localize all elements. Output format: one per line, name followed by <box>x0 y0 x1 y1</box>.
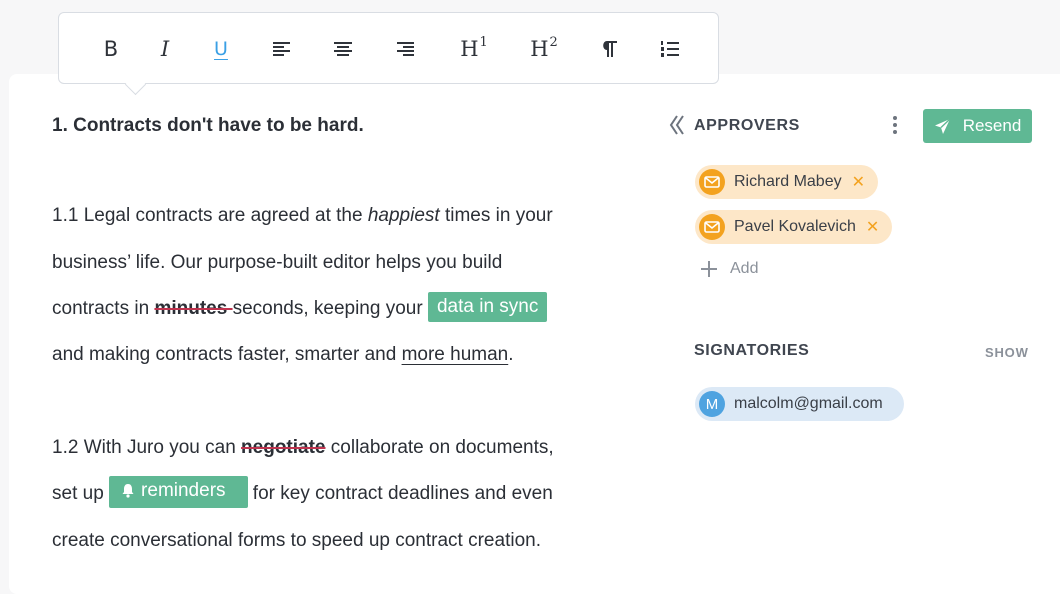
text-span: set up <box>52 483 110 504</box>
numbered-list-icon <box>661 41 679 57</box>
paragraph-2-line-3: create conversational forms to speed up … <box>52 530 541 551</box>
italic-icon: I <box>160 37 170 61</box>
align-left-icon <box>273 42 290 56</box>
approver-name: Pavel Kovalevich <box>734 218 856 235</box>
numbered-list-button[interactable] <box>659 31 681 67</box>
underlined-text: more human <box>401 344 509 365</box>
text-span: times in your <box>439 205 553 226</box>
deleted-text: minutes <box>154 298 233 319</box>
mail-icon <box>699 169 725 195</box>
add-approver-button[interactable]: Add <box>700 260 758 278</box>
align-center-button[interactable] <box>332 31 354 67</box>
align-right-button[interactable] <box>394 31 416 67</box>
plus-icon <box>701 261 717 277</box>
heading-2-letter: H <box>530 37 549 61</box>
add-label: Add <box>730 260 759 277</box>
paragraph-2-line-2: set up reminders for key contract deadli… <box>52 471 553 518</box>
show-signatories-button[interactable]: SHOW <box>985 345 1029 360</box>
signatory-pill[interactable]: M malcolm@gmail.com <box>695 387 904 421</box>
paragraph-1-line-1: 1.1 Legal contracts are agreed at the ha… <box>52 193 553 240</box>
italic-button[interactable]: I <box>153 31 177 67</box>
text-span: . <box>508 344 514 365</box>
text-span: and making contracts faster, smarter and <box>52 344 402 365</box>
heading-1-icon: H1 <box>460 35 488 61</box>
approver-name: Richard Mabey <box>734 173 842 190</box>
remove-icon[interactable]: ✕ <box>866 217 879 237</box>
signatories-title: SIGNATORIES <box>694 342 810 359</box>
heading-1-letter: H <box>460 37 479 61</box>
text-span: collaborate on documents, <box>325 437 554 458</box>
paragraph-icon <box>603 41 617 57</box>
signatory-email: malcolm@gmail.com <box>734 395 883 412</box>
mail-icon <box>699 214 725 240</box>
heading-1-level: 1 <box>479 35 488 50</box>
formatting-toolbar: B I U H1 H2 <box>58 12 719 84</box>
collapse-sidebar-button[interactable] <box>668 114 686 140</box>
approver-pill[interactable]: Pavel Kovalevich ✕ <box>695 210 892 244</box>
remove-icon[interactable]: ✕ <box>852 172 865 192</box>
align-center-icon <box>334 42 352 56</box>
kebab-dot <box>893 130 897 134</box>
approver-pill[interactable]: Richard Mabey ✕ <box>695 165 878 199</box>
bold-button[interactable]: B <box>99 31 123 67</box>
italic-text: happiest <box>367 205 440 226</box>
bell-icon <box>121 478 135 508</box>
heading-2-icon: H2 <box>530 35 558 61</box>
paragraph-1-line-3: contracts in minutes seconds, keeping yo… <box>52 286 548 333</box>
align-right-icon <box>397 42 414 56</box>
paragraph-1-line-4: and making contracts faster, smarter and… <box>52 332 514 379</box>
heading-2-level: 2 <box>549 35 558 50</box>
double-chevron-left-icon <box>669 115 684 135</box>
paragraph-1-line-2: business’ life. Our purpose-built editor… <box>52 252 503 273</box>
text-span: contracts in <box>52 298 155 319</box>
underline-icon: U <box>214 38 228 60</box>
resend-button[interactable]: Resend <box>923 109 1032 143</box>
more-options-button[interactable] <box>888 114 902 138</box>
text-span: 1.1 Legal contracts are agreed at the <box>52 205 368 226</box>
avatar: M <box>699 391 725 417</box>
heading-2-button[interactable]: H2 <box>527 31 561 67</box>
kebab-dot <box>893 123 897 127</box>
approvers-title: APPROVERS <box>694 117 800 134</box>
kebab-dot <box>893 116 897 120</box>
align-left-button[interactable] <box>271 31 293 67</box>
bold-icon: B <box>103 37 119 61</box>
deleted-text: negotiate <box>241 437 326 458</box>
paragraph-2-line-1: 1.2 With Juro you can negotiate collabor… <box>52 425 554 472</box>
underline-button[interactable]: U <box>209 31 233 67</box>
reminder-chip-label: reminders <box>141 479 226 501</box>
text-span: 1.2 With Juro you can <box>52 437 242 458</box>
text-span: for key contract deadlines and even <box>247 483 553 504</box>
paragraph-button[interactable] <box>597 31 621 67</box>
text-span: seconds, keeping your <box>232 298 428 319</box>
heading-1-button[interactable]: H1 <box>457 31 491 67</box>
reminder-chip[interactable]: reminders <box>109 475 248 508</box>
resend-label: Resend <box>962 116 1022 135</box>
send-icon <box>934 117 951 134</box>
section-heading: 1. Contracts don't have to be hard. <box>52 115 364 136</box>
data-field-chip[interactable]: data in sync <box>427 291 548 322</box>
